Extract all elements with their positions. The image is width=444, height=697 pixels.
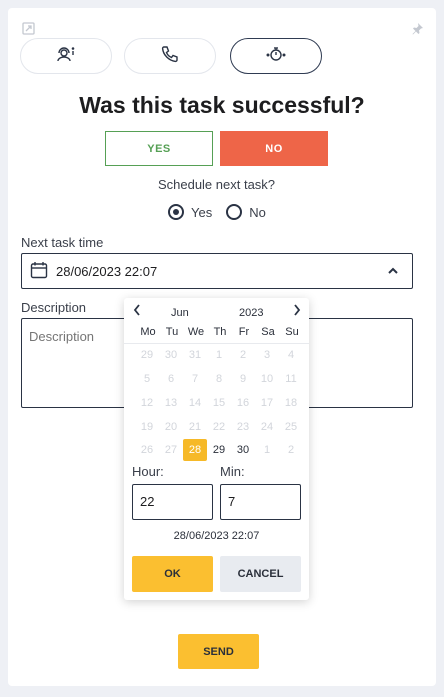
date-picker: Jun 2023 Mo Tu We Th Fr Sa Su 29 30 31 1 2 3 4… xyxy=(124,298,309,600)
timer-mode-button[interactable] xyxy=(230,38,322,74)
schedule-no-radio[interactable] xyxy=(226,204,243,220)
picker-summary: 28/06/2023 22:07 xyxy=(173,530,260,542)
calendar-day: 26 xyxy=(140,444,154,456)
hour-label: Hour: xyxy=(132,464,164,479)
page-title: Was this task successful? xyxy=(79,92,365,118)
calendar-day: 14 xyxy=(188,397,202,409)
minute-input[interactable]: 7 xyxy=(220,484,301,520)
agent-headset-icon xyxy=(55,45,77,68)
calendar-day: 6 xyxy=(167,373,175,385)
calendar-day: 11 xyxy=(285,373,297,385)
expand-icon[interactable] xyxy=(22,22,35,40)
calendar-icon xyxy=(30,261,48,282)
weekday-label: Sa xyxy=(261,326,275,338)
calendar-day[interactable]: 28 xyxy=(183,439,207,461)
calendar-day[interactable]: 29 xyxy=(207,439,231,461)
calendar-week: 5 6 7 8 9 10 11 xyxy=(135,368,303,390)
calendar-day: 1 xyxy=(215,349,223,361)
weekday-label: We xyxy=(187,326,205,338)
calendar-day: 20 xyxy=(164,421,178,433)
calendar-day: 7 xyxy=(191,373,199,385)
calendar-week: 12 13 14 15 16 17 18 xyxy=(135,392,303,414)
hour-input[interactable]: 22 xyxy=(132,484,213,520)
calendar-day: 8 xyxy=(215,373,223,385)
calendar-day: 27 xyxy=(164,444,178,456)
calendar-day: 15 xyxy=(212,397,226,409)
weekday-label: Su xyxy=(285,326,299,338)
calendar-day: 30 xyxy=(164,349,178,361)
weekday-label: Mo xyxy=(140,326,156,338)
weekday-label: Th xyxy=(213,326,227,338)
schedule-yes-label: Yes xyxy=(191,204,213,220)
agent-mode-button[interactable] xyxy=(20,38,112,74)
calendar-week: 26 27 28 29 30 1 2 xyxy=(135,439,303,461)
calendar-day: 17 xyxy=(260,397,274,409)
calendar-day: 24 xyxy=(260,421,274,433)
weekday-label: Tu xyxy=(165,326,179,338)
calendar-day: 25 xyxy=(284,421,298,433)
picker-year[interactable]: 2023 xyxy=(239,307,263,319)
calendar-week: 19 20 21 22 23 24 25 xyxy=(135,416,303,438)
next-task-time-value: 28/06/2023 22:07 xyxy=(56,263,158,279)
schedule-yes-radio[interactable] xyxy=(168,204,184,220)
calendar-day: 19 xyxy=(140,421,154,433)
calendar-day: 23 xyxy=(236,421,250,433)
calendar-day: 31 xyxy=(188,349,202,361)
calendar-day: 21 xyxy=(188,421,202,433)
pin-icon[interactable] xyxy=(411,22,424,40)
weekday-header: Mo Tu We Th Fr Sa Su xyxy=(136,326,304,338)
cancel-button[interactable]: CANCEL xyxy=(220,556,301,592)
picker-month[interactable]: Jun xyxy=(171,307,189,319)
minute-label: Min: xyxy=(220,464,245,479)
calendar-day: 4 xyxy=(287,349,295,361)
schedule-radio-group: Yes No xyxy=(168,204,280,220)
schedule-question: Schedule next task? xyxy=(157,177,276,192)
yes-button[interactable]: YES xyxy=(105,131,213,166)
chevron-right-icon[interactable] xyxy=(292,302,302,321)
calendar-day: 9 xyxy=(239,373,247,385)
calendar-day: 1 xyxy=(263,444,271,456)
calendar-day: 2 xyxy=(239,349,247,361)
calendar-day: 2 xyxy=(287,444,295,456)
schedule-no-label: No xyxy=(249,204,266,220)
calendar-day[interactable]: 30 xyxy=(231,439,255,461)
weekday-label: Fr xyxy=(238,326,250,338)
next-task-time-field[interactable]: 28/06/2023 22:07 xyxy=(21,253,413,289)
calendar-day: 3 xyxy=(263,349,271,361)
calendar-day: 16 xyxy=(236,397,250,409)
calendar-week: 29 30 31 1 2 3 4 xyxy=(135,344,303,366)
next-task-label: Next task time xyxy=(21,235,104,250)
calendar-day: 29 xyxy=(140,349,154,361)
calendar-day: 18 xyxy=(284,397,298,409)
calendar-day: 12 xyxy=(140,397,154,409)
calendar-day: 22 xyxy=(212,421,226,433)
send-button[interactable]: SEND xyxy=(178,634,259,669)
calendar-day: 10 xyxy=(260,373,274,385)
description-label: Description xyxy=(21,300,87,315)
ok-button[interactable]: OK xyxy=(132,556,213,592)
picker-header: Jun 2023 xyxy=(124,302,309,322)
calendar-day: 13 xyxy=(164,397,178,409)
phone-mode-button[interactable] xyxy=(124,38,216,74)
chevron-left-icon[interactable] xyxy=(132,302,142,321)
calendar-day: 5 xyxy=(143,373,151,385)
chevron-up-icon[interactable] xyxy=(386,264,400,281)
phone-icon xyxy=(161,45,179,68)
no-button[interactable]: NO xyxy=(220,131,328,166)
timer-icon xyxy=(265,45,287,68)
